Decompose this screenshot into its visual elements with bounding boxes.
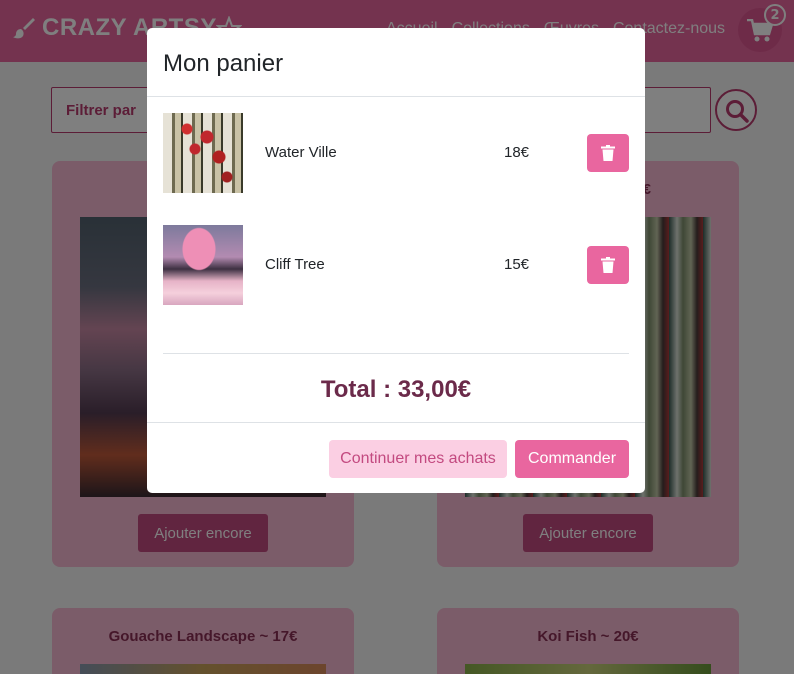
item-name: Water Ville: [265, 144, 337, 161]
modal-footer: Continuer mes achats Commander: [147, 422, 645, 493]
delete-item-button[interactable]: [587, 134, 629, 172]
modal-header: Mon panier: [147, 28, 645, 97]
item-price: 18€: [504, 144, 530, 161]
divider: [163, 353, 629, 354]
trash-icon: [601, 257, 615, 273]
cart-modal: Mon panier Water Ville 18€ Cliff Tree 15…: [147, 28, 645, 493]
modal-title: Mon panier: [163, 50, 284, 77]
cart-item: Cliff Tree 15€: [163, 225, 629, 305]
continue-shopping-button[interactable]: Continuer mes achats: [329, 440, 507, 478]
item-thumbnail: [163, 225, 243, 305]
delete-item-button[interactable]: [587, 246, 629, 284]
order-button[interactable]: Commander: [515, 440, 629, 478]
item-price: 15€: [504, 256, 530, 273]
trash-icon: [601, 145, 615, 161]
cart-total: Total : 33,00€: [320, 376, 472, 403]
item-thumbnail: [163, 113, 243, 193]
item-name: Cliff Tree: [265, 256, 325, 273]
cart-item: Water Ville 18€: [163, 113, 629, 193]
